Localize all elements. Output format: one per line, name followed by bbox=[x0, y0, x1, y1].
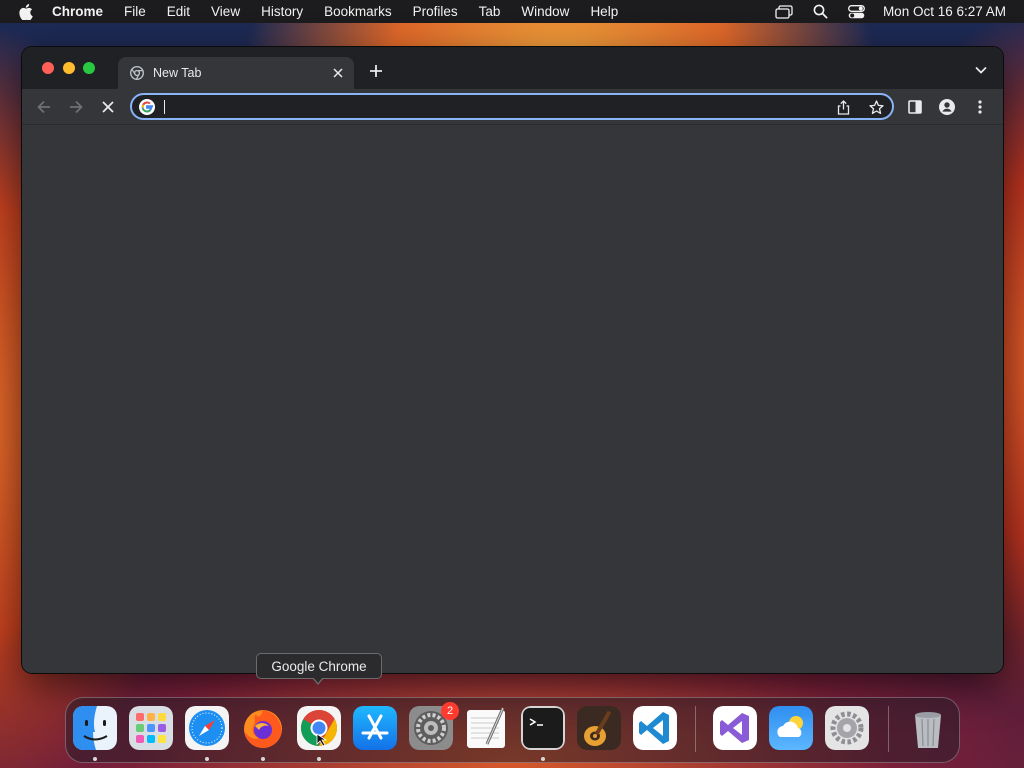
dock-separator-2 bbox=[888, 706, 889, 752]
menu-bookmarks[interactable]: Bookmarks bbox=[324, 4, 392, 19]
menu-profiles[interactable]: Profiles bbox=[413, 4, 458, 19]
menu-app-name[interactable]: Chrome bbox=[52, 4, 103, 19]
profile-icon[interactable] bbox=[939, 99, 955, 115]
terminal-icon[interactable] bbox=[521, 706, 565, 750]
menu-kebab-icon[interactable] bbox=[972, 99, 988, 115]
share-icon[interactable] bbox=[836, 100, 851, 115]
window-zoom-button[interactable] bbox=[83, 62, 95, 74]
forward-arrow-icon[interactable] bbox=[68, 99, 84, 115]
safari-icon[interactable] bbox=[185, 706, 229, 750]
window-close-button[interactable] bbox=[42, 62, 54, 74]
garageband-icon[interactable] bbox=[577, 706, 621, 750]
menu-bar: Chrome File Edit View History Bookmarks … bbox=[0, 0, 1024, 23]
google-g-icon bbox=[139, 99, 155, 115]
safari-running-indicator bbox=[205, 757, 209, 761]
tab-strip: New Tab bbox=[22, 47, 1003, 89]
menu-help[interactable]: Help bbox=[590, 4, 618, 19]
chrome-running-indicator bbox=[317, 757, 321, 761]
address-bar[interactable] bbox=[130, 93, 894, 120]
tab-close-icon[interactable] bbox=[332, 67, 344, 79]
menu-tab[interactable]: Tab bbox=[479, 4, 501, 19]
dock-tooltip: Google Chrome bbox=[256, 653, 382, 679]
weather-icon[interactable] bbox=[769, 706, 813, 750]
menu-history[interactable]: History bbox=[261, 4, 303, 19]
side-panel-icon[interactable] bbox=[907, 99, 923, 115]
address-input[interactable] bbox=[162, 97, 822, 116]
back-arrow-icon[interactable] bbox=[36, 99, 52, 115]
spotlight-search-icon[interactable] bbox=[813, 4, 828, 19]
bookmark-star-icon[interactable] bbox=[869, 100, 884, 115]
trash-icon[interactable] bbox=[906, 706, 950, 750]
screen-mirroring-icon[interactable] bbox=[775, 4, 793, 19]
window-minimize-button[interactable] bbox=[63, 62, 75, 74]
chrome-window: New Tab bbox=[22, 47, 1003, 673]
system-settings-icon[interactable] bbox=[825, 706, 869, 750]
finder-icon[interactable] bbox=[73, 706, 117, 750]
app-store-icon[interactable] bbox=[353, 706, 397, 750]
text-cursor bbox=[164, 100, 165, 114]
page-content-area[interactable] bbox=[22, 126, 1003, 673]
control-center-icon[interactable] bbox=[847, 4, 865, 19]
menu-bar-status-area: Mon Oct 16 6:27 AM bbox=[755, 0, 1006, 23]
dock-separator bbox=[695, 706, 696, 752]
apple-logo-icon[interactable] bbox=[18, 3, 34, 20]
visual-studio-code-icon[interactable] bbox=[633, 706, 677, 750]
visual-studio-icon[interactable] bbox=[713, 706, 757, 750]
menu-view[interactable]: View bbox=[211, 4, 240, 19]
finder-running-indicator bbox=[93, 757, 97, 761]
menu-edit[interactable]: Edit bbox=[167, 4, 190, 19]
browser-toolbar bbox=[22, 89, 1003, 125]
tab-new-tab[interactable]: New Tab bbox=[118, 57, 354, 89]
new-tab-plus-icon[interactable] bbox=[369, 64, 383, 78]
stop-loading-icon[interactable] bbox=[100, 99, 116, 115]
firefox-running-indicator bbox=[261, 757, 265, 761]
launchpad-icon[interactable] bbox=[129, 706, 173, 750]
menu-file[interactable]: File bbox=[124, 4, 146, 19]
terminal-running-indicator bbox=[541, 757, 545, 761]
chrome-newtab-icon bbox=[130, 66, 144, 80]
firefox-icon[interactable] bbox=[241, 706, 285, 750]
tab-title: New Tab bbox=[153, 66, 202, 80]
tab-search-chevron-icon[interactable] bbox=[975, 66, 987, 74]
google-chrome-icon[interactable] bbox=[297, 706, 341, 750]
menu-window[interactable]: Window bbox=[521, 4, 569, 19]
menu-bar-clock[interactable]: Mon Oct 16 6:27 AM bbox=[883, 4, 1006, 19]
tooltip-arrow-inner bbox=[313, 677, 323, 683]
notification-badge: 2 bbox=[441, 702, 459, 720]
textedit-icon[interactable] bbox=[465, 706, 509, 750]
